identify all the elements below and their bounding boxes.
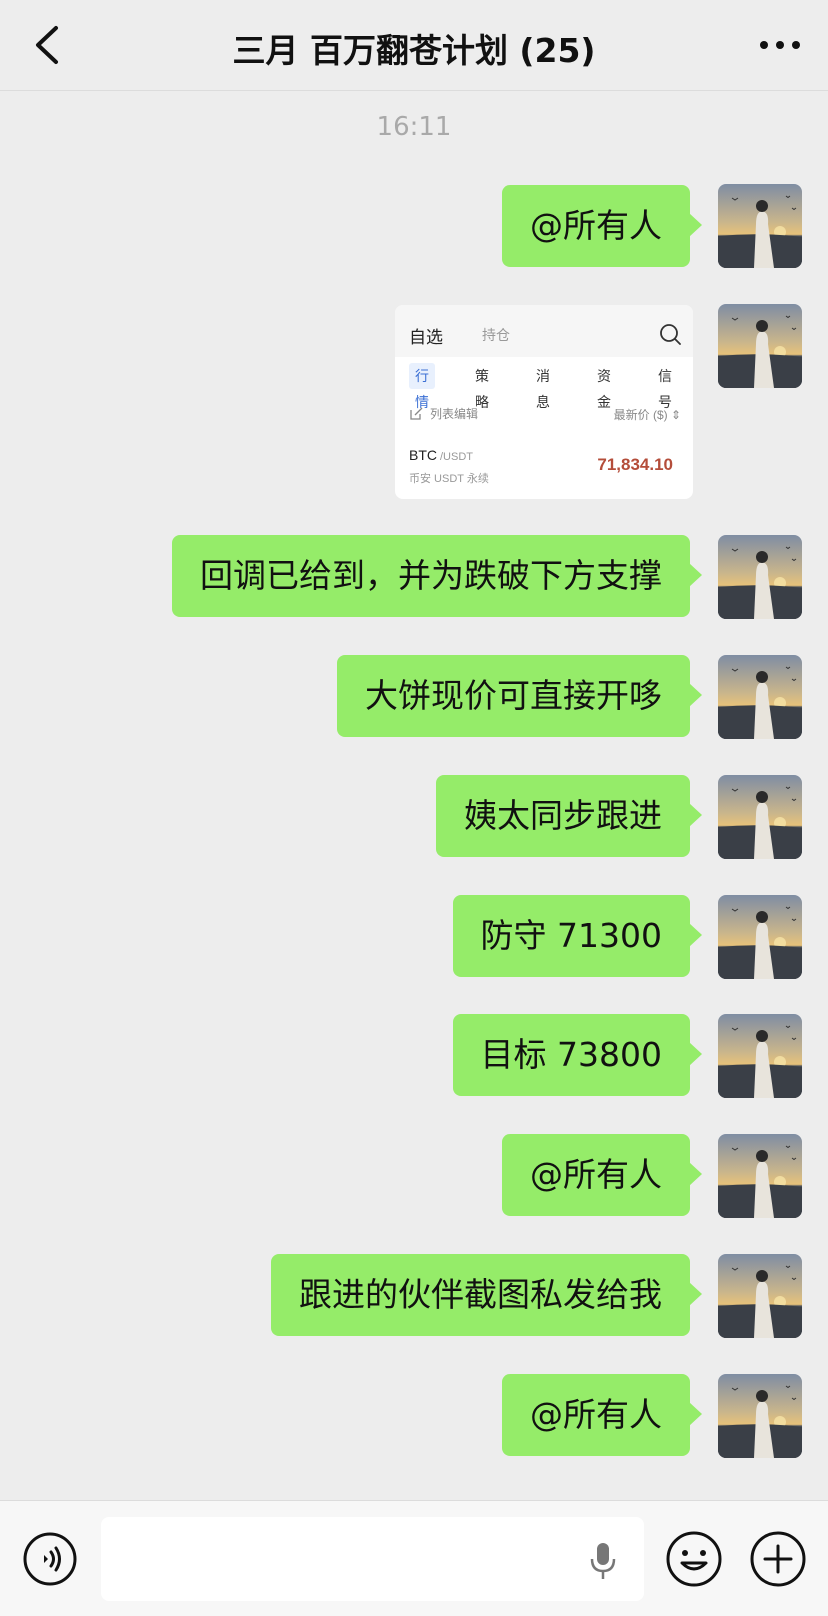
search-icon bbox=[660, 324, 681, 345]
message-bubble[interactable]: 姨太同步跟进 bbox=[436, 775, 702, 857]
avatar[interactable] bbox=[718, 1014, 802, 1098]
message-bubble[interactable]: 回调已给到，并为跌破下方支撑 bbox=[172, 535, 702, 617]
chip-funds: 资金 bbox=[597, 368, 611, 410]
chip-news: 消息 bbox=[536, 368, 550, 410]
coin-pair: /USDT bbox=[440, 451, 473, 463]
message-timestamp: 16:11 bbox=[376, 112, 452, 142]
voice-icon bbox=[23, 1532, 77, 1586]
chat-header: 三月 百万翻苍计划 (25) bbox=[0, 0, 828, 91]
avatar-photo bbox=[718, 1254, 802, 1338]
avatar-photo bbox=[718, 1014, 802, 1098]
avatar-photo bbox=[718, 304, 802, 388]
edit-list-label: 列表编辑 bbox=[430, 407, 479, 421]
coin-price: 71,834.10 bbox=[597, 455, 673, 474]
emoji-button[interactable] bbox=[664, 1529, 724, 1589]
avatar[interactable] bbox=[718, 895, 802, 979]
avatar-photo bbox=[718, 655, 802, 739]
chip-market: 行情 bbox=[409, 363, 435, 410]
avatar[interactable] bbox=[718, 1134, 802, 1218]
message-bubble[interactable]: 大饼现价可直接开哆 bbox=[337, 655, 702, 737]
more-functions-button[interactable] bbox=[748, 1529, 808, 1589]
tab-watchlist: 自选 bbox=[409, 328, 443, 347]
avatar[interactable] bbox=[718, 775, 802, 859]
price-column-header: 最新价 ($) ⇕ bbox=[613, 408, 681, 422]
coin-market: 币安 USDT 永续 bbox=[409, 473, 489, 485]
microphone-icon bbox=[590, 1543, 616, 1579]
avatar-photo bbox=[718, 895, 802, 979]
avatar-photo bbox=[718, 1134, 802, 1218]
message-bubble[interactable]: 目标 73800 bbox=[452, 1014, 703, 1096]
message-bubble[interactable]: 防守 71300 bbox=[452, 895, 703, 977]
voice-mode-button[interactable] bbox=[22, 1531, 78, 1587]
microphone-button[interactable] bbox=[588, 1541, 618, 1581]
input-bar bbox=[0, 1500, 828, 1616]
edit-list-row: 列表编辑 bbox=[409, 405, 478, 422]
coin-symbol: BTC bbox=[409, 447, 437, 463]
more-button[interactable] bbox=[756, 30, 804, 60]
message-bubble[interactable]: @所有人 bbox=[502, 1374, 702, 1456]
edit-icon bbox=[410, 407, 423, 420]
avatar-photo bbox=[718, 1374, 802, 1458]
coin-row: BTC/USDT bbox=[409, 447, 473, 463]
message-input[interactable] bbox=[101, 1517, 644, 1601]
more-dots-icon bbox=[760, 41, 800, 49]
avatar[interactable] bbox=[718, 1374, 802, 1458]
emoji-icon bbox=[666, 1531, 722, 1587]
avatar-photo bbox=[718, 535, 802, 619]
avatar[interactable] bbox=[718, 655, 802, 739]
chat-title: 三月 百万翻苍计划 (25) bbox=[232, 31, 596, 70]
tab-positions: 持仓 bbox=[482, 327, 510, 343]
avatar-photo bbox=[718, 775, 802, 859]
avatar-photo bbox=[718, 184, 802, 268]
plus-icon bbox=[750, 1531, 806, 1587]
chip-signal: 信号 bbox=[658, 368, 672, 410]
avatar[interactable] bbox=[718, 184, 802, 268]
avatar[interactable] bbox=[718, 1254, 802, 1338]
avatar[interactable] bbox=[718, 304, 802, 388]
chip-strategy: 策略 bbox=[475, 368, 489, 410]
screenshot-image[interactable]: 自选 持仓 行情 策略 消息 资金 信号 列表编辑 最新价 ($) ⇕ BTC /… bbox=[395, 305, 693, 499]
message-bubble[interactable]: 跟进的伙伴截图私发给我 bbox=[271, 1254, 702, 1336]
message-bubble[interactable]: @所有人 bbox=[502, 185, 702, 267]
message-bubble[interactable]: @所有人 bbox=[502, 1134, 702, 1216]
avatar[interactable] bbox=[718, 535, 802, 619]
